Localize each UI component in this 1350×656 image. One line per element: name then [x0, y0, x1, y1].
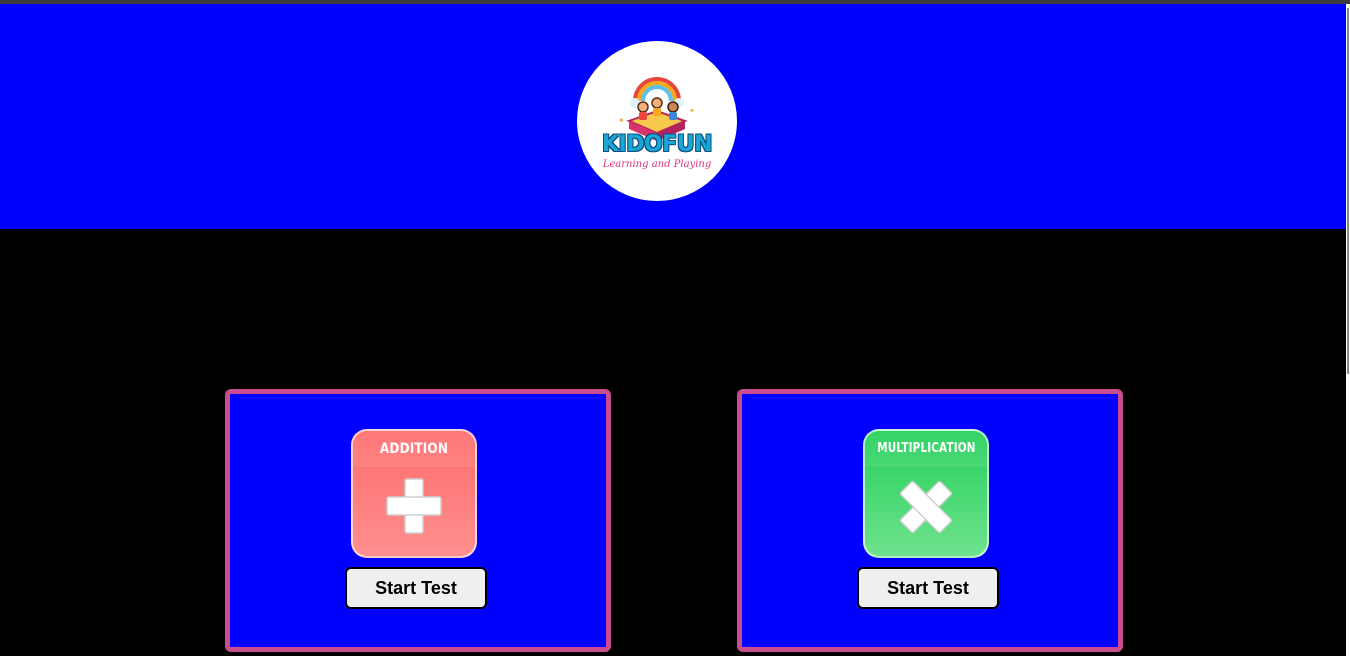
logo-subtitle: Learning and Playing: [602, 159, 712, 170]
addition-card: ADDITION Start Test: [225, 389, 611, 652]
multiplication-label: MULTIPLICATION: [877, 441, 976, 456]
multiplication-start-test-button[interactable]: Start Test: [857, 567, 999, 609]
logo-illustration: ✦ ✦: [618, 77, 695, 141]
logo-title: KIDOFUN: [601, 132, 713, 157]
kidofun-logo[interactable]: ✦ ✦ KIDOFUN Learning and Playing: [577, 41, 737, 201]
site-header: ✦ ✦ KIDOFUN Learning and Playing: [0, 4, 1346, 229]
plus-icon: [386, 478, 442, 534]
multiplication-card: MULTIPLICATION Start Test: [737, 389, 1123, 652]
addition-tile[interactable]: ADDITION: [351, 429, 477, 558]
multiply-icon: [899, 480, 953, 534]
scrollbar-thumb[interactable]: [1347, 8, 1349, 374]
svg-text:✦: ✦: [618, 116, 625, 125]
multiplication-tile[interactable]: MULTIPLICATION: [863, 429, 989, 558]
addition-label: ADDITION: [379, 441, 449, 457]
svg-text:✦: ✦: [689, 107, 695, 115]
addition-start-test-button[interactable]: Start Test: [345, 567, 487, 609]
